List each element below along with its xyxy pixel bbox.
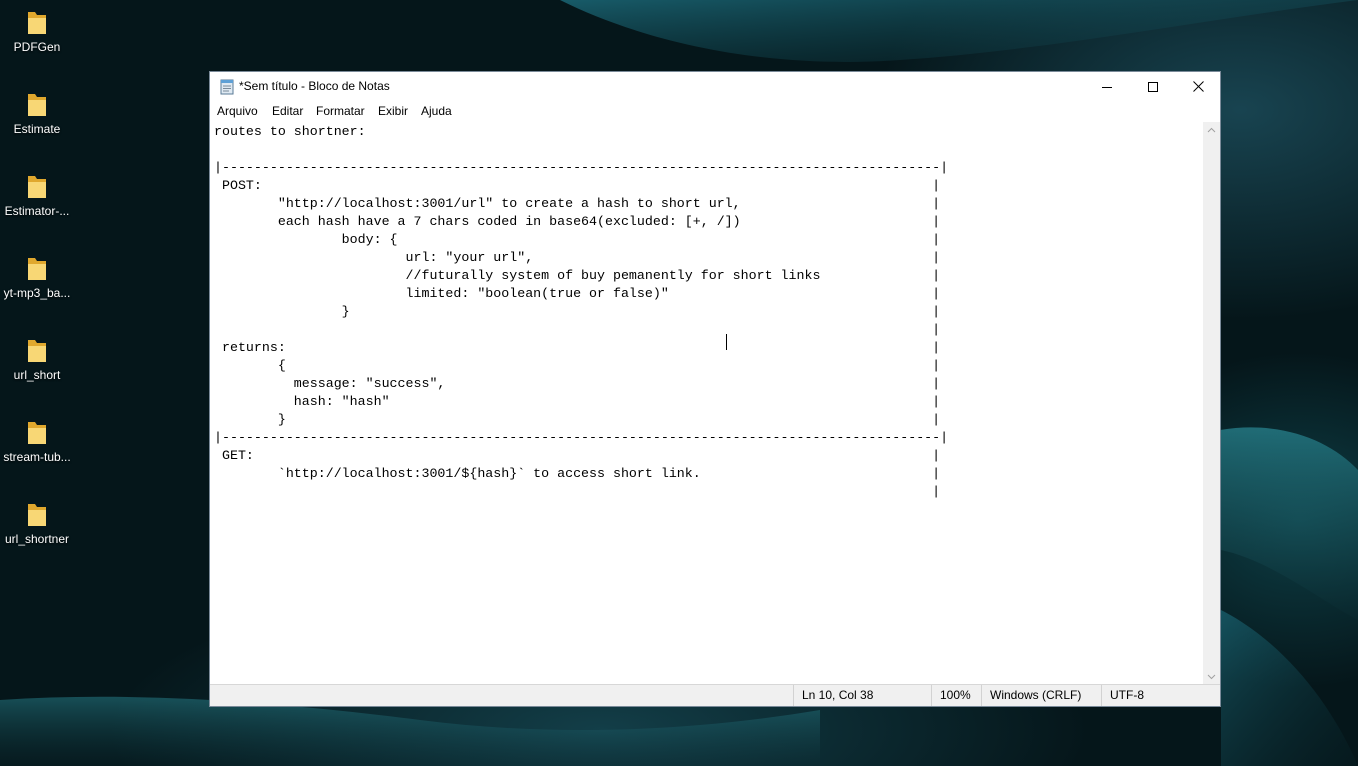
close-icon [1192,81,1204,92]
desktop-icon-label: Estimate [13,122,61,136]
desktop-icon-label: url_short [13,368,61,382]
folder-icon [28,422,46,444]
minimize-button[interactable] [1084,72,1130,101]
status-encoding: UTF-8 [1101,685,1220,706]
maximize-icon [1148,81,1158,92]
menu-format[interactable]: Formatar [316,104,365,118]
scroll-up-icon[interactable] [1207,126,1216,135]
desktop-icon-label: Estimator-... [4,204,70,218]
folder-icon [28,176,46,198]
folder-icon [28,12,46,34]
window-title: *Sem título - Bloco de Notas [239,79,390,93]
maximize-button[interactable] [1130,72,1176,101]
close-button[interactable] [1175,72,1221,101]
desktop-folder-pdfgen[interactable]: PDFGen [0,8,74,54]
editor-content[interactable]: routes to shortner: |-------------------… [214,123,948,501]
notepad-icon [220,79,234,95]
desktop-folder-yt-mp3[interactable]: yt-mp3_ba... [0,254,74,300]
status-position: Ln 10, Col 38 [793,685,931,706]
desktop-icon-label: PDFGen [13,40,61,54]
text-editor[interactable]: routes to shortner: |-------------------… [210,122,1204,685]
desktop-folder-stream-tub[interactable]: stream-tub... [0,418,74,464]
folder-icon [28,340,46,362]
menu-help[interactable]: Ajuda [421,104,452,118]
vertical-scrollbar[interactable] [1203,122,1220,685]
status-line-ending: Windows (CRLF) [981,685,1101,706]
menu-edit[interactable]: Editar [272,104,303,118]
text-caret [726,334,727,350]
desktop-folder-url-shortner[interactable]: url_shortner [0,500,74,546]
desktop-icon-label: url_shortner [4,532,70,546]
desktop-background: PDFGen Estimate Estimator-... yt-mp3_ba.… [0,0,1358,766]
status-bar: Ln 10, Col 38 100% Windows (CRLF) UTF-8 [210,684,1220,706]
desktop-folder-url-short[interactable]: url_short [0,336,74,382]
menu-view[interactable]: Exibir [378,104,408,118]
menu-file[interactable]: Arquivo [217,104,258,118]
folder-icon [28,258,46,280]
title-bar[interactable]: *Sem título - Bloco de Notas [210,72,1220,101]
scroll-down-icon[interactable] [1207,672,1216,681]
folder-icon [28,504,46,526]
desktop-folder-estimate[interactable]: Estimate [0,90,74,136]
desktop-icon-label: stream-tub... [3,450,71,464]
folder-icon [28,94,46,116]
desktop-folder-estimator[interactable]: Estimator-... [0,172,74,218]
menu-bar: Arquivo Editar Formatar Exibir Ajuda [210,101,1220,122]
minimize-icon [1102,86,1112,88]
notepad-window: *Sem título - Bloco de Notas Arquivo Edi… [209,71,1221,707]
status-zoom: 100% [931,685,981,706]
desktop-icon-label: yt-mp3_ba... [3,286,71,300]
